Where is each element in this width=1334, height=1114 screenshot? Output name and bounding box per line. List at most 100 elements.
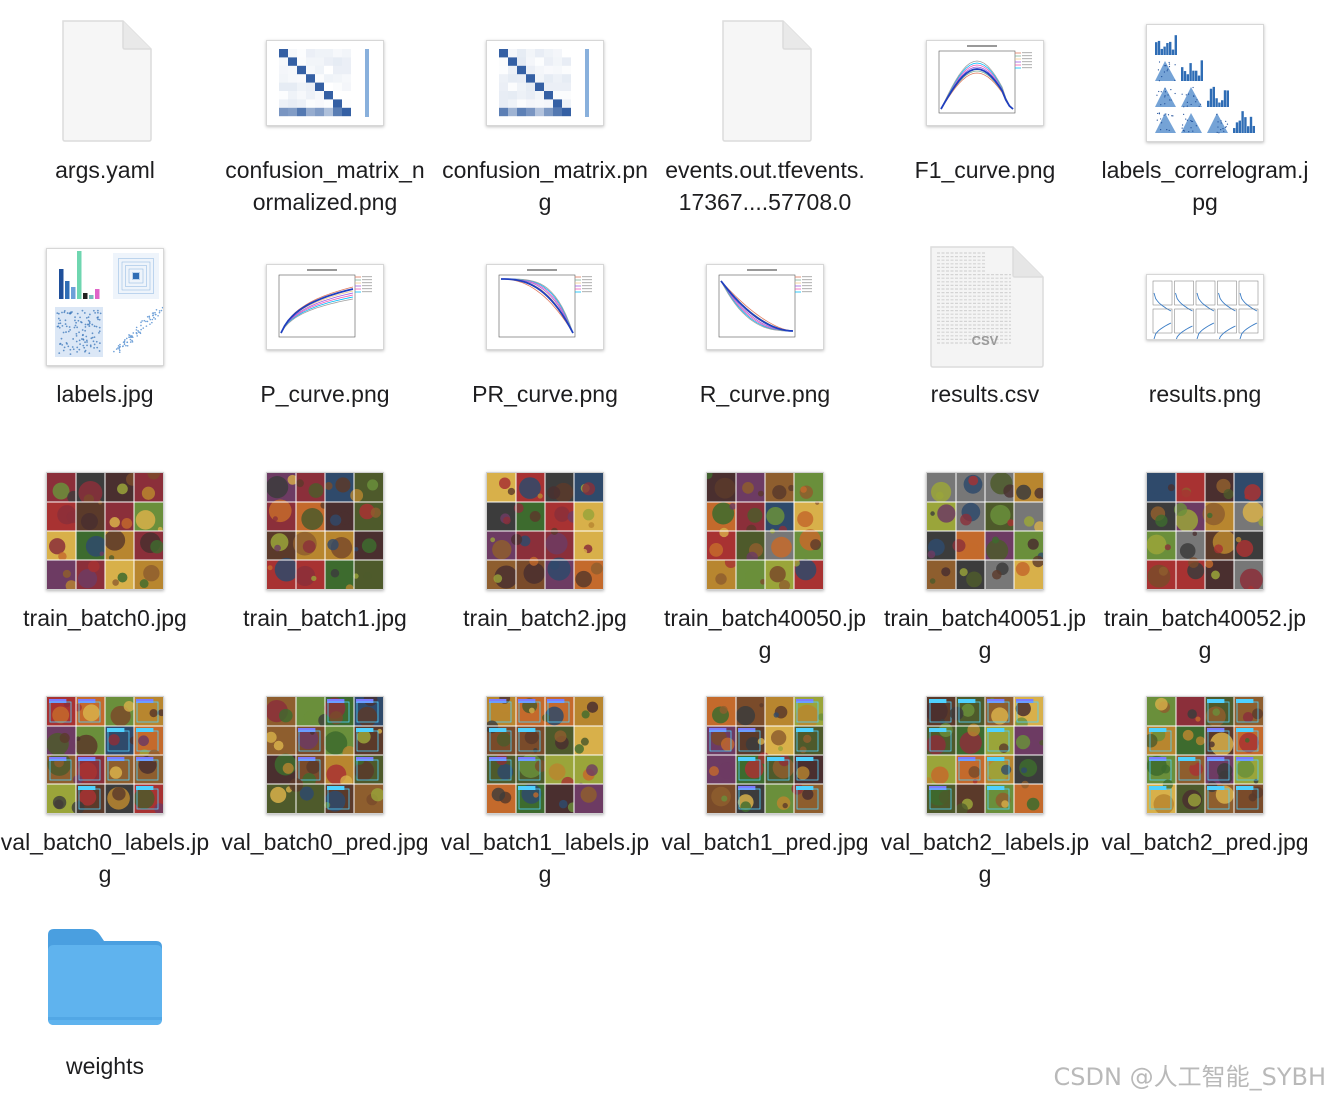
image-grid-thumbnail <box>706 696 826 814</box>
image-grid-thumbnail <box>1146 472 1267 592</box>
image-grid-thumbnail <box>266 472 384 593</box>
file-item[interactable]: labels.jpg <box>0 232 210 442</box>
image-grid-thumbnail <box>265 692 385 814</box>
file-item[interactable]: confusion_matrix_normalized.png <box>220 8 430 218</box>
image-grid-thumbnail <box>46 696 166 815</box>
file-thumbnail[interactable] <box>45 690 166 820</box>
document-icon <box>717 19 813 148</box>
watermark: CSDN @人工智能_SYBH <box>1053 1063 1326 1091</box>
file-name[interactable]: labels.jpg <box>0 378 210 410</box>
file-name[interactable]: results.csv <box>880 378 1090 410</box>
file-name[interactable]: confusion_matrix.png <box>440 154 650 218</box>
file-name[interactable]: val_batch1_pred.jpg <box>660 826 870 858</box>
file-thumbnail[interactable] <box>703 466 825 596</box>
file-item[interactable]: train_batch0.jpg <box>0 456 210 666</box>
file-item[interactable]: labels_correlogram.jpg <box>1100 8 1310 218</box>
image-grid-thumbnail <box>1143 696 1264 815</box>
file-item[interactable]: train_batch1.jpg <box>220 456 430 666</box>
file-name[interactable]: weights <box>0 1050 210 1082</box>
file-thumbnail[interactable]: CSV <box>925 242 1045 372</box>
file-item[interactable]: confusion_matrix.png <box>440 8 650 218</box>
file-name[interactable]: train_batch40052.jpg <box>1100 602 1310 666</box>
p-curve-thumbnail <box>266 264 384 350</box>
image-grid-thumbnail <box>923 696 1045 816</box>
file-item[interactable]: results.png <box>1100 232 1310 442</box>
file-thumbnail[interactable] <box>705 690 826 820</box>
file-name[interactable]: PR_curve.png <box>440 378 650 410</box>
file-item[interactable]: PR_curve.png <box>440 232 650 442</box>
file-item[interactable]: val_batch1_pred.jpg <box>660 680 870 890</box>
file-item[interactable]: weights <box>0 904 210 1114</box>
file-thumbnail[interactable] <box>1143 690 1265 820</box>
file-thumbnail[interactable] <box>265 690 385 820</box>
file-item[interactable]: P_curve.png <box>220 232 430 442</box>
file-thumbnail[interactable] <box>45 18 165 148</box>
file-name[interactable]: args.yaml <box>0 154 210 186</box>
file-thumbnail[interactable] <box>705 18 825 148</box>
file-thumbnail[interactable] <box>45 242 165 372</box>
file-name[interactable]: val_batch2_pred.jpg <box>1100 826 1310 858</box>
file-thumbnail[interactable] <box>1145 466 1267 596</box>
file-name[interactable]: results.png <box>1100 378 1310 410</box>
file-name[interactable]: val_batch2_labels.jpg <box>880 826 1090 890</box>
file-name[interactable]: train_batch2.jpg <box>440 602 650 634</box>
file-thumbnail[interactable] <box>925 18 1045 148</box>
f1-curve-thumbnail <box>926 40 1044 126</box>
file-thumbnail[interactable] <box>925 466 1046 596</box>
file-thumbnail[interactable] <box>1145 242 1265 372</box>
file-item[interactable]: CSV results.csv <box>880 232 1090 442</box>
file-item[interactable]: args.yaml <box>0 8 210 218</box>
csv-document-icon: CSV <box>925 245 1045 369</box>
file-name[interactable]: val_batch0_pred.jpg <box>220 826 430 858</box>
file-name[interactable]: confusion_matrix_normalized.png <box>220 154 430 218</box>
file-item[interactable]: val_batch2_pred.jpg <box>1100 680 1310 890</box>
file-item[interactable]: val_batch0_labels.jpg <box>0 680 210 890</box>
confusion-matrix-thumbnail <box>486 40 604 126</box>
file-thumbnail[interactable] <box>265 466 385 596</box>
image-grid-thumbnail <box>485 692 604 814</box>
file-name[interactable]: R_curve.png <box>660 378 870 410</box>
results-thumbnail <box>1146 274 1264 343</box>
file-thumbnail[interactable] <box>923 690 1045 820</box>
file-name[interactable]: labels_correlogram.jpg <box>1100 154 1310 218</box>
file-item[interactable]: val_batch0_pred.jpg <box>220 680 430 890</box>
file-item[interactable]: train_batch40052.jpg <box>1100 456 1310 666</box>
file-name[interactable]: P_curve.png <box>220 378 430 410</box>
file-item[interactable]: val_batch2_labels.jpg <box>880 680 1090 890</box>
pr-curve-thumbnail <box>486 264 604 350</box>
file-item[interactable]: R_curve.png <box>660 232 870 442</box>
file-thumbnail[interactable] <box>485 18 605 148</box>
file-name[interactable]: F1_curve.png <box>880 154 1090 186</box>
file-name[interactable]: train_batch1.jpg <box>220 602 430 634</box>
file-item[interactable]: F1_curve.png <box>880 8 1090 218</box>
image-grid-thumbnail <box>926 472 1046 590</box>
image-grid-thumbnail <box>703 470 824 592</box>
file-thumbnail[interactable] <box>485 242 605 372</box>
image-grid-thumbnail <box>486 472 604 590</box>
file-name[interactable]: val_batch1_labels.jpg <box>440 826 650 890</box>
document-icon <box>57 19 153 148</box>
image-grid-thumbnail <box>46 466 164 592</box>
labels-thumbnail <box>46 248 164 366</box>
file-thumbnail[interactable] <box>45 466 165 596</box>
file-thumbnail[interactable] <box>485 690 605 820</box>
file-name[interactable]: events.out.tfevents.17367....57708.0 <box>660 154 870 218</box>
file-item[interactable]: train_batch40051.jpg <box>880 456 1090 666</box>
file-item[interactable]: events.out.tfevents.17367....57708.0 <box>660 8 870 218</box>
file-item[interactable]: train_batch2.jpg <box>440 456 650 666</box>
csv-badge: CSV <box>971 333 999 348</box>
file-name[interactable]: train_batch40050.jpg <box>660 602 870 666</box>
file-name[interactable]: val_batch0_labels.jpg <box>0 826 210 890</box>
file-thumbnail[interactable] <box>265 242 385 372</box>
file-item[interactable]: val_batch1_labels.jpg <box>440 680 650 890</box>
folder-icon <box>44 925 166 1034</box>
file-thumbnail[interactable] <box>1145 18 1265 148</box>
confusion-matrix-thumbnail <box>266 40 384 126</box>
file-name[interactable]: train_batch0.jpg <box>0 602 210 634</box>
file-thumbnail[interactable] <box>705 242 825 372</box>
file-thumbnail[interactable] <box>265 18 385 148</box>
file-thumbnail[interactable] <box>45 914 165 1044</box>
file-name[interactable]: train_batch40051.jpg <box>880 602 1090 666</box>
file-thumbnail[interactable] <box>485 466 605 596</box>
file-item[interactable]: train_batch40050.jpg <box>660 456 870 666</box>
